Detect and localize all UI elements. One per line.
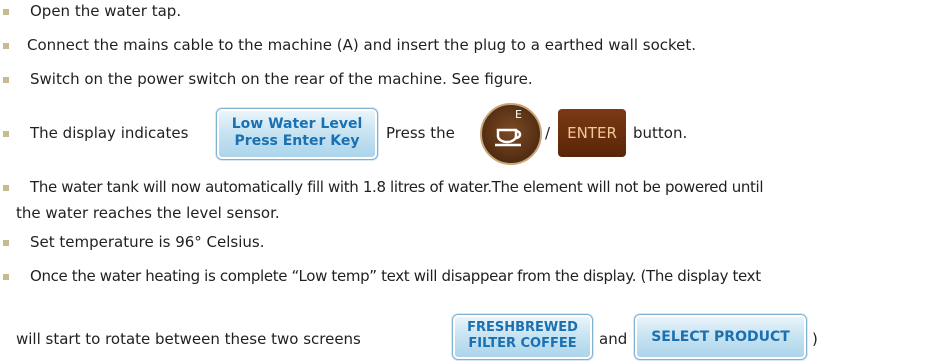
and-text: and — [599, 330, 628, 348]
bullet-icon — [3, 185, 9, 191]
display-screen-low-water: Low Water Level Press Enter Key — [216, 108, 378, 160]
item-text-line-2: the water reaches the level sensor. — [16, 204, 280, 222]
item-text-line-1: Once the water heating is complete “Low … — [30, 267, 761, 285]
bullet-icon — [3, 274, 9, 280]
item-text: Set temperature is 96° Celsius. — [30, 233, 265, 251]
screen-text: SELECT PRODUCT — [651, 329, 790, 345]
item-text-after: button. — [633, 124, 688, 142]
screen-line-2: FILTER COFFEE — [468, 336, 577, 351]
screen-line-1: FRESHBREWED — [467, 320, 578, 335]
display-line-2: Press Enter Key — [234, 133, 360, 149]
coffee-button-letter: E — [515, 108, 522, 121]
bullet-icon — [3, 131, 9, 137]
display-line-1: Low Water Level — [231, 116, 363, 132]
item-text-before: The display indicates — [30, 124, 189, 142]
item-text-line-2: will start to rotate between these two s… — [16, 330, 361, 348]
enter-button: ENTER — [558, 109, 626, 157]
bullet-icon — [3, 77, 9, 83]
bullet-icon — [3, 43, 9, 49]
item-text-line-1: The water tank will now automatically fi… — [30, 178, 764, 196]
coffee-button: E — [480, 103, 542, 165]
separator: / — [545, 124, 551, 142]
coffee-cup-icon — [495, 128, 522, 147]
display-screen-freshbrewed: FRESHBREWED FILTER COFFEE — [452, 314, 593, 360]
bullet-icon — [3, 9, 9, 15]
closing-paren: ) — [812, 330, 818, 348]
item-text: Switch on the power switch on the rear o… — [30, 70, 533, 88]
item-text: Open the water tap. — [30, 2, 182, 20]
bullet-icon — [3, 240, 9, 246]
item-text-middle: Press the — [386, 124, 455, 142]
display-screen-select-product: SELECT PRODUCT — [634, 314, 807, 360]
item-text: Connect the mains cable to the machine (… — [27, 36, 697, 54]
